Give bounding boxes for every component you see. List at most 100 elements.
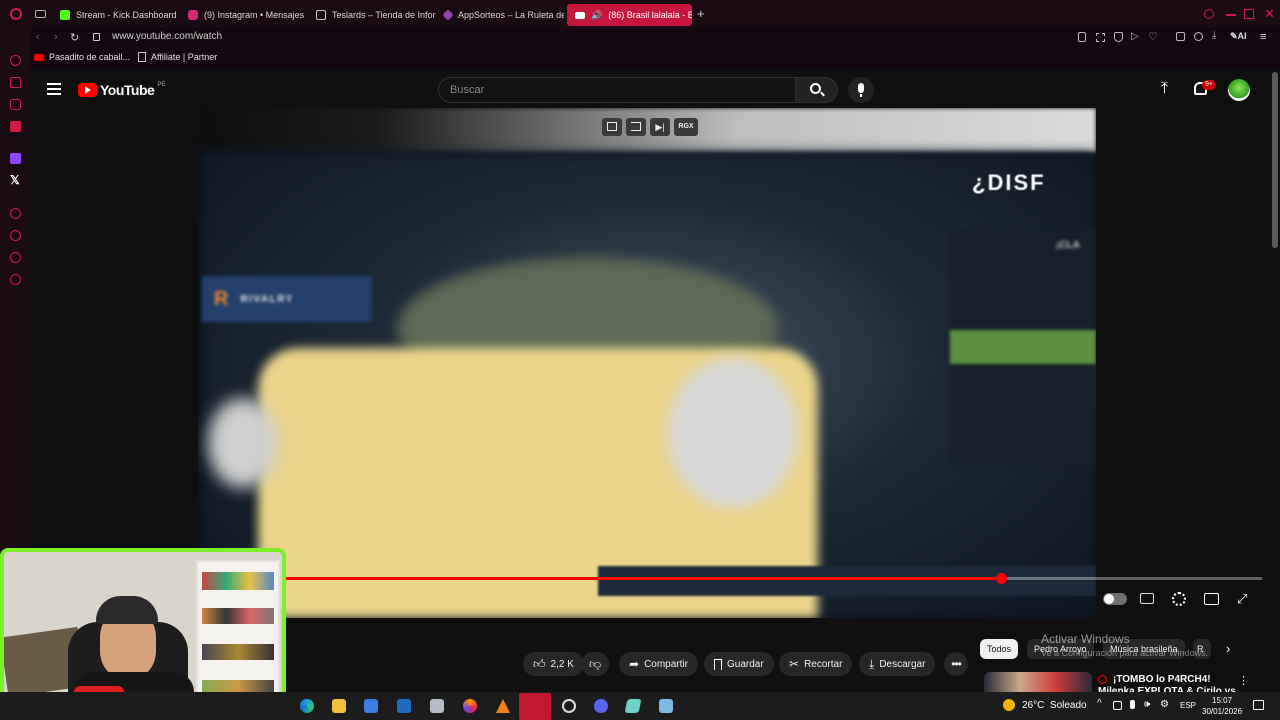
share-button[interactable]: ➦ Compartir — [619, 652, 698, 676]
video-hand — [668, 358, 798, 508]
mic-tray-icon[interactable] — [1130, 700, 1135, 709]
twitch-icon[interactable] — [10, 153, 21, 164]
search-input[interactable]: Buscar — [438, 77, 796, 103]
extensions-sidebar-icon[interactable] — [10, 252, 21, 263]
page-scrollbar[interactable] — [1272, 72, 1278, 248]
video-player[interactable]: R RIVALRY ¿DISF ¡CLA ▶| RGX — [198, 108, 1096, 618]
tab-label: Teslards – Tienda de Infor — [332, 10, 436, 20]
minimize-icon[interactable] — [1226, 14, 1236, 16]
hamburger-menu-icon[interactable] — [47, 83, 61, 95]
new-tab-icon[interactable]: + — [697, 7, 705, 20]
clock-date[interactable]: 30/01/2026 — [1202, 707, 1242, 716]
store-icon[interactable] — [364, 699, 378, 713]
back-icon[interactable]: ‹ — [36, 31, 40, 43]
save-button[interactable]: Guardar — [704, 652, 774, 676]
crypto-wallet-icon[interactable] — [10, 77, 21, 88]
play-icon[interactable]: ▷ — [1131, 31, 1139, 42]
forward-icon[interactable]: › — [54, 31, 58, 43]
tab-overview-icon[interactable] — [35, 10, 46, 18]
pip-button[interactable] — [602, 118, 622, 136]
speed-dial-icon[interactable] — [10, 208, 21, 219]
snapshot-icon[interactable] — [1096, 33, 1105, 42]
tab-appsorteos[interactable]: AppSorteos – La Ruleta de — [436, 4, 564, 26]
volume-icon[interactable]: 🕪 — [1144, 699, 1150, 710]
tab-kick[interactable]: Stream - Kick Dashboard — [52, 4, 180, 26]
network-icon[interactable] — [1113, 701, 1122, 710]
maximize-icon[interactable] — [1244, 9, 1254, 19]
theater-mode-icon[interactable] — [1204, 593, 1219, 605]
bookmark-icon — [714, 658, 722, 670]
music-icon[interactable] — [10, 121, 21, 132]
bookmark-item[interactable]: Affiliate | Partner — [138, 52, 217, 62]
weather-text[interactable]: 26°C Soleado — [1022, 700, 1087, 711]
bookmark-label: Affiliate | Partner — [151, 52, 218, 62]
dislike-button[interactable]: 👎︎ — [581, 652, 610, 676]
tab-teslards[interactable]: Teslards – Tienda de Infor — [308, 4, 436, 26]
video-top-strip — [198, 108, 1096, 152]
opera-menu-icon[interactable] — [10, 8, 22, 20]
pin-icon[interactable] — [1078, 32, 1086, 42]
autoplay-toggle[interactable] — [1103, 593, 1127, 605]
history-icon[interactable] — [10, 230, 21, 241]
close-window-icon[interactable]: ✕ — [1264, 6, 1275, 22]
tab-instagram[interactable]: (9) Instagram • Mensajes — [180, 4, 308, 26]
voice-search-button[interactable] — [848, 77, 874, 103]
tray-chevron-icon[interactable]: ^ — [1097, 698, 1102, 709]
recommended-menu-icon[interactable]: ⋮ — [1238, 674, 1249, 687]
live-indicator-icon — [1098, 675, 1107, 684]
settings-icon[interactable] — [10, 274, 21, 285]
clip-button[interactable]: ✂ Recortar — [779, 652, 853, 676]
upload-icon[interactable]: ⤒ — [1161, 81, 1168, 97]
bookmark-label: Pasadito de caball... — [49, 52, 131, 62]
search-button[interactable] — [796, 77, 838, 103]
language-indicator[interactable]: ESP — [1180, 701, 1196, 710]
subtitles-icon[interactable] — [1140, 593, 1154, 604]
vlc-icon[interactable] — [496, 699, 510, 713]
clock-time[interactable]: 15:07 — [1212, 696, 1232, 705]
browser-menu-icon[interactable]: ≡ — [1260, 31, 1266, 43]
next-frame-button[interactable]: ▶| — [650, 118, 670, 136]
firefox-icon[interactable] — [463, 699, 477, 713]
notification-center-icon[interactable] — [1253, 700, 1264, 710]
download-button[interactable]: ⤓ Descargar — [859, 652, 936, 676]
appsorteos-icon — [442, 9, 454, 21]
heart-icon[interactable]: ♡ — [1148, 30, 1158, 43]
discord-icon[interactable] — [594, 699, 608, 713]
chip-todos[interactable]: Todos — [980, 639, 1019, 659]
url-field[interactable]: www.youtube.com/watch — [112, 31, 222, 42]
calculator-icon[interactable] — [659, 699, 673, 713]
x-icon[interactable]: 𝕏 — [10, 173, 20, 187]
file-explorer-icon[interactable] — [332, 699, 346, 713]
page-icon — [316, 10, 326, 20]
avatar[interactable] — [1228, 79, 1250, 101]
active-app-icon[interactable] — [519, 693, 551, 720]
like-button[interactable]: 👍︎ 2,2 K — [523, 652, 584, 676]
shield-icon[interactable] — [1114, 32, 1123, 42]
recommended-title-line1[interactable]: ¡TOMBO lo P4RCH4! — [1113, 674, 1211, 685]
aria-ai-button[interactable]: ✎AI — [1230, 31, 1247, 42]
chrome-like-icon[interactable] — [562, 699, 576, 713]
more-actions-button[interactable]: ••• — [944, 652, 968, 676]
reload-icon[interactable]: ↻ — [70, 31, 79, 44]
popout-button[interactable] — [626, 118, 646, 136]
extensions-icon[interactable] — [1176, 32, 1185, 41]
app-icon[interactable] — [430, 699, 444, 713]
bluetooth-icon[interactable]: ⚙ — [1160, 699, 1169, 710]
edge-icon[interactable] — [300, 699, 314, 713]
rgx-button[interactable]: RGX — [674, 118, 698, 136]
download-icon[interactable]: ⤓ — [1212, 30, 1216, 41]
aria-icon[interactable] — [10, 55, 21, 66]
profile-icon[interactable] — [1194, 32, 1203, 41]
outlook-icon[interactable] — [397, 699, 411, 713]
chips-next-icon[interactable]: › — [1226, 641, 1230, 656]
youtube-logo[interactable]: YouTube PE — [78, 82, 165, 98]
recommended-thumbnail[interactable] — [984, 672, 1092, 692]
search-tabs-icon[interactable] — [1204, 9, 1214, 19]
tab-youtube-active[interactable]: 🔊 (86) Brasil lalalala - Bu — [567, 4, 692, 26]
bookmark-item[interactable]: Pasadito de caball... — [34, 52, 130, 62]
tab-label: (9) Instagram • Mensajes — [204, 10, 305, 20]
progress-scrubber[interactable] — [995, 573, 1007, 584]
settings-gear-icon[interactable] — [1172, 592, 1186, 606]
fullscreen-icon[interactable]: ⤢ — [1237, 591, 1247, 607]
messenger-icon[interactable] — [10, 99, 21, 110]
